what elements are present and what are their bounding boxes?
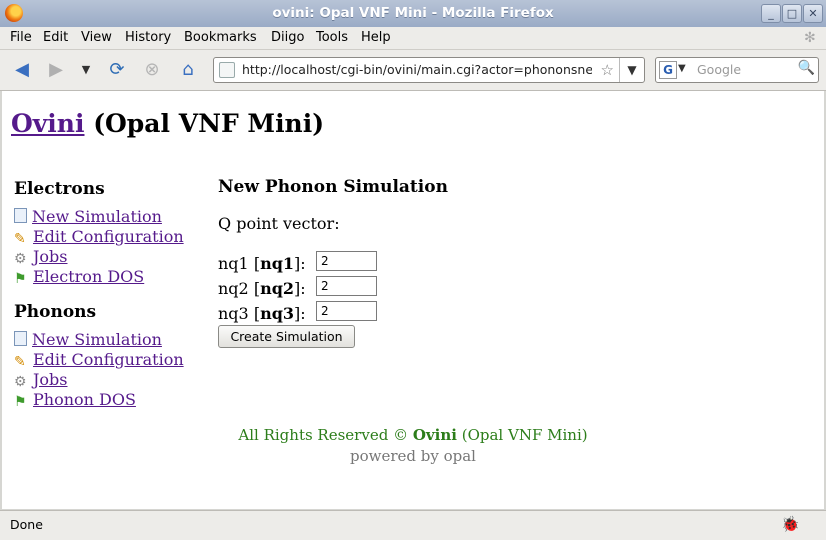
forward-arrow-icon[interactable]: ▶	[44, 58, 68, 82]
page-title: Ovini (Opal VNF Mini)	[11, 109, 324, 138]
menu-bookmarks[interactable]: Bookmarks	[184, 30, 257, 45]
search-input[interactable]: Google	[697, 62, 741, 77]
bug-icon[interactable]: 🐞	[781, 515, 800, 533]
status-bar: Done 🐞	[0, 510, 826, 540]
sidebar-link-label[interactable]: Edit Configuration	[33, 227, 184, 246]
sidebar-link-label[interactable]: Electron DOS	[33, 267, 144, 286]
sidebar-link-label[interactable]: New Simulation	[32, 207, 162, 226]
footer-powered: powered by opal	[350, 447, 476, 465]
close-button[interactable]: ✕	[803, 4, 823, 23]
footer-rights-text: All Rights Reserved ©	[238, 426, 409, 444]
menu-help[interactable]: Help	[361, 30, 391, 45]
nq1-label: nq1 [nq1]:	[218, 254, 306, 273]
pencil-icon: ✎	[14, 354, 26, 370]
nq2-label-text: nq2	[218, 279, 249, 298]
nq3-label: nq3 [nq3]:	[218, 304, 306, 323]
site-home-link[interactable]: Ovini	[11, 109, 84, 138]
menu-file[interactable]: File	[10, 30, 32, 45]
sidebar-link-label[interactable]: Jobs	[33, 247, 68, 266]
status-text: Done	[10, 517, 43, 532]
navigation-toolbar: ◀ ▶ ▼ ⟳ ⊗ ⌂ http://localhost/cgi-bin/ovi…	[0, 50, 826, 91]
sidebar-link-label[interactable]: Edit Configuration	[33, 350, 184, 369]
sidebar-item-phonon-jobs[interactable]: ⚙ Jobs	[14, 370, 68, 390]
window-title: ovini: Opal VNF Mini - Mozilla Firefox	[272, 5, 554, 21]
search-bar[interactable]: G ▼ Google 🔍	[655, 57, 819, 83]
nq1-label-text: nq1	[218, 254, 249, 273]
sidebar-item-electron-edit-configuration[interactable]: ✎ Edit Configuration	[14, 227, 184, 247]
url-dropdown-icon[interactable]: ▼	[619, 58, 644, 82]
footer-rights: All Rights Reserved © Ovini (Opal VNF Mi…	[2, 426, 824, 444]
throbber-icon: ✻	[804, 30, 816, 46]
nq2-label: nq2 [nq2]:	[218, 279, 306, 298]
window-titlebar: ovini: Opal VNF Mini - Mozilla Firefox _…	[0, 0, 826, 27]
sidebar-item-electron-new-simulation[interactable]: New Simulation	[14, 207, 162, 226]
nq2-input[interactable]: 2	[316, 276, 377, 296]
sidebar-item-phonon-dos[interactable]: ⚑ Phonon DOS	[14, 390, 136, 410]
home-icon[interactable]: ⌂	[176, 58, 200, 82]
sidebar-item-electron-dos[interactable]: ⚑ Electron DOS	[14, 267, 144, 287]
gear-icon: ⚙	[14, 251, 27, 267]
back-arrow-icon[interactable]: ◀	[10, 58, 34, 82]
site-identity-icon[interactable]	[219, 62, 235, 78]
nq3-label-bold: nq3	[260, 304, 295, 323]
url-text[interactable]: http://localhost/cgi-bin/ovini/main.cgi?…	[242, 62, 592, 77]
page-icon	[14, 208, 27, 223]
search-icon[interactable]: 🔍	[798, 60, 815, 76]
sidebar-link-label[interactable]: New Simulation	[32, 330, 162, 349]
menu-tools[interactable]: Tools	[316, 30, 348, 45]
gear-icon: ⚙	[14, 374, 27, 390]
nq3-label-text: nq3	[218, 304, 249, 323]
search-engine-dropdown-icon[interactable]: ▼	[678, 63, 686, 74]
pencil-icon: ✎	[14, 231, 26, 247]
search-engine-icon[interactable]: G	[659, 61, 677, 79]
sidebar-item-electron-jobs[interactable]: ⚙ Jobs	[14, 247, 68, 267]
page-content: Ovini (Opal VNF Mini) Electrons New Simu…	[2, 91, 824, 509]
maximize-button[interactable]: □	[782, 4, 802, 23]
menu-history[interactable]: History	[125, 30, 171, 45]
reload-icon[interactable]: ⟳	[105, 58, 129, 82]
menu-edit[interactable]: Edit	[43, 30, 68, 45]
sidebar-link-label[interactable]: Phonon DOS	[33, 390, 136, 409]
footer-brand: Ovini	[412, 426, 457, 444]
flag-icon: ⚑	[14, 271, 27, 287]
sidebar-heading-electrons: Electrons	[14, 179, 105, 199]
url-bar[interactable]: http://localhost/cgi-bin/ovini/main.cgi?…	[213, 57, 645, 83]
footer-brand-sub: (Opal VNF Mini)	[461, 426, 588, 444]
nq1-input[interactable]: 2	[316, 251, 377, 271]
create-simulation-button[interactable]: Create Simulation	[218, 325, 355, 348]
qpoint-label: Q point vector:	[218, 214, 340, 233]
page-icon	[14, 331, 27, 346]
form-heading: New Phonon Simulation	[218, 177, 448, 197]
menu-diigo[interactable]: Diigo	[271, 30, 304, 45]
sidebar-item-phonon-new-simulation[interactable]: New Simulation	[14, 330, 162, 349]
sidebar-item-phonon-edit-configuration[interactable]: ✎ Edit Configuration	[14, 350, 184, 370]
bookmark-star-icon[interactable]: ☆	[601, 61, 614, 79]
history-dropdown-icon[interactable]: ▼	[76, 58, 96, 82]
sidebar-heading-phonons: Phonons	[14, 302, 97, 322]
sidebar-link-label[interactable]: Jobs	[33, 370, 68, 389]
nq2-label-bold: nq2	[260, 279, 295, 298]
nq3-input[interactable]: 2	[316, 301, 377, 321]
flag-icon: ⚑	[14, 394, 27, 410]
nq1-label-bold: nq1	[260, 254, 295, 273]
menu-bar: File Edit View History Bookmarks Diigo T…	[0, 27, 826, 50]
minimize-button[interactable]: _	[761, 4, 781, 23]
stop-icon[interactable]: ⊗	[140, 58, 164, 82]
menu-view[interactable]: View	[81, 30, 112, 45]
site-subtitle: (Opal VNF Mini)	[93, 109, 325, 138]
